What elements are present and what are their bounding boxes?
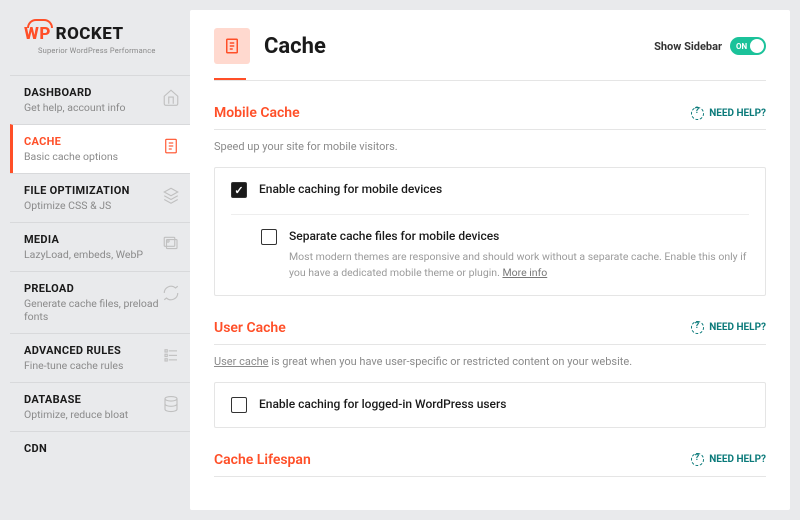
database-icon [162, 395, 180, 413]
page-header: Cache Show Sidebar ON [214, 28, 766, 78]
toggle-on-text: ON [736, 42, 747, 51]
section-title: Mobile Cache [214, 105, 300, 121]
separate-mobile-cache-checkbox[interactable] [261, 229, 277, 245]
need-help-link[interactable]: NEED HELP? [691, 453, 766, 466]
need-help-link[interactable]: NEED HELP? [691, 107, 766, 120]
sidebar-item-cdn[interactable]: CDN [10, 431, 190, 465]
need-help-label: NEED HELP? [709, 322, 766, 333]
nav-desc: Optimize CSS & JS [24, 199, 178, 212]
logo-rocket: ROCKET [56, 24, 124, 44]
section-user-cache: User Cache NEED HELP? User cache is grea… [214, 320, 766, 428]
page-title: Cache [264, 34, 640, 59]
nav-title: DATABASE [24, 393, 178, 406]
section-title: User Cache [214, 320, 286, 336]
nav-desc: LazyLoad, embeds, WebP [24, 248, 178, 261]
show-sidebar-toggle: Show Sidebar ON [654, 37, 766, 55]
section-mobile-cache: Mobile Cache NEED HELP? Speed up your si… [214, 105, 766, 296]
enable-user-cache-checkbox[interactable] [231, 397, 247, 413]
need-help-label: NEED HELP? [709, 454, 766, 465]
checkbox-label: Enable caching for mobile devices [259, 182, 442, 196]
need-help-label: NEED HELP? [709, 108, 766, 119]
nav-title: FILE OPTIMIZATION [24, 184, 178, 197]
sidebar-item-advanced-rules[interactable]: ADVANCED RULES Fine-tune cache rules [10, 333, 190, 382]
cache-header-icon [214, 28, 250, 64]
nav-desc: Basic cache options [24, 150, 178, 163]
mobile-cache-options: Enable caching for mobile devices Separa… [214, 167, 766, 296]
section-description: Speed up your site for mobile visitors. [214, 140, 766, 153]
enable-mobile-cache-checkbox[interactable] [231, 182, 247, 198]
sidebar: WP ROCKET Superior WordPress Performance… [10, 10, 190, 510]
logo: WP ROCKET Superior WordPress Performance [10, 10, 190, 75]
nav-title: DASHBOARD [24, 86, 178, 99]
sidebar-item-file-optimization[interactable]: FILE OPTIMIZATION Optimize CSS & JS [10, 173, 190, 222]
user-cache-options: Enable caching for logged-in WordPress u… [214, 382, 766, 428]
nav-title: PRELOAD [24, 282, 178, 295]
divider [214, 80, 766, 81]
toggle-switch[interactable]: ON [730, 37, 766, 55]
toggle-knob [750, 39, 764, 53]
nav-desc: Optimize, reduce bloat [24, 408, 178, 421]
section-title: Cache Lifespan [214, 452, 311, 468]
option-description: Most modern themes are responsive and sh… [289, 249, 749, 281]
images-icon [162, 235, 180, 253]
nav-title: ADVANCED RULES [24, 344, 178, 357]
main-panel: Cache Show Sidebar ON Mobile Cache NEED … [190, 10, 790, 510]
logo-tagline: Superior WordPress Performance [38, 46, 180, 55]
checkbox-label: Separate cache files for mobile devices [289, 229, 749, 243]
logo-wp: WP [24, 24, 51, 44]
nav-title: CACHE [24, 135, 178, 148]
refresh-icon [162, 284, 180, 302]
nav-desc: Fine-tune cache rules [24, 359, 178, 372]
help-icon [691, 107, 704, 120]
sidebar-item-media[interactable]: MEDIA LazyLoad, embeds, WebP [10, 222, 190, 271]
sidebar-item-dashboard[interactable]: DASHBOARD Get help, account info [10, 75, 190, 124]
nav-desc: Get help, account info [24, 101, 178, 114]
nav-title: MEDIA [24, 233, 178, 246]
show-sidebar-label: Show Sidebar [654, 40, 722, 53]
layers-icon [162, 186, 180, 204]
help-icon [691, 321, 704, 334]
file-icon [162, 137, 180, 155]
checkbox-label: Enable caching for logged-in WordPress u… [259, 397, 506, 411]
nav-desc: Generate cache files, preload fonts [24, 297, 178, 323]
user-cache-link[interactable]: User cache [214, 355, 269, 368]
more-info-link[interactable]: More info [502, 266, 547, 279]
sidebar-item-cache[interactable]: CACHE Basic cache options [10, 124, 190, 173]
nav-title: CDN [24, 442, 178, 455]
sidebar-item-preload[interactable]: PRELOAD Generate cache files, preload fo… [10, 271, 190, 333]
help-icon [691, 453, 704, 466]
need-help-link[interactable]: NEED HELP? [691, 321, 766, 334]
section-cache-lifespan: Cache Lifespan NEED HELP? [214, 452, 766, 477]
home-icon [162, 88, 180, 106]
sidebar-item-database[interactable]: DATABASE Optimize, reduce bloat [10, 382, 190, 431]
section-description: User cache is great when you have user-s… [214, 355, 766, 368]
sliders-icon [162, 346, 180, 364]
